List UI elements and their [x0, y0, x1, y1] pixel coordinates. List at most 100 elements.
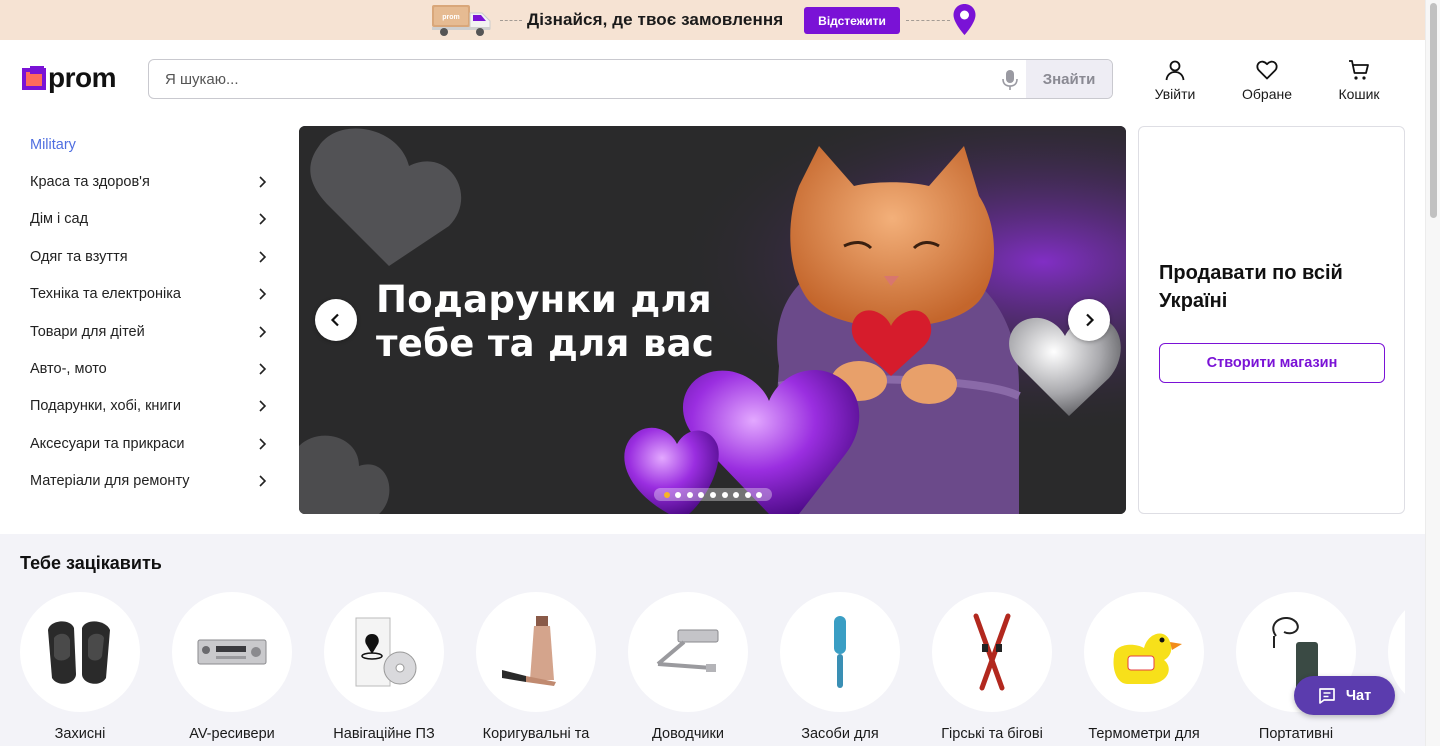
tracking-promo-text: Дізнайся, де твоє замовлення: [527, 10, 784, 29]
search-input[interactable]: [149, 60, 1009, 98]
login-label: Увійти: [1154, 86, 1196, 102]
recommendation-image: [172, 592, 292, 712]
category-label: Аксесуари та прикраси: [30, 435, 185, 452]
carousel-dot[interactable]: [733, 491, 740, 498]
recommendation-item[interactable]: Коригувальні та: [460, 592, 612, 742]
category-military[interactable]: Military: [20, 126, 275, 163]
carousel-prev-button[interactable]: [315, 299, 357, 341]
sell-panel: Продавати по всій Україні Створити магаз…: [1138, 126, 1405, 514]
recommendation-label: Засоби для: [801, 726, 879, 742]
carousel-dot[interactable]: [709, 491, 716, 498]
chevron-right-icon: [259, 400, 267, 412]
carousel-dot[interactable]: [675, 491, 682, 498]
recommendation-item[interactable]: AV-ресивери: [156, 592, 308, 742]
carousel-dot[interactable]: [663, 491, 670, 498]
door-closer-icon: [656, 629, 719, 672]
category-label: Краса та здоров'я: [30, 174, 150, 191]
category-kids[interactable]: Товари для дітей: [20, 313, 275, 350]
cart-button[interactable]: Кошик: [1319, 58, 1399, 102]
recommendation-image: [324, 592, 444, 712]
recommendation-item[interactable]: Термометри для: [1068, 592, 1220, 742]
category-label: Дім і сад: [30, 211, 89, 228]
carousel-dot[interactable]: [721, 491, 728, 498]
heart-icon: [1256, 60, 1278, 80]
category-sidebar: Military Краса та здоров'я Дім і сад Одя…: [20, 126, 275, 500]
scrollbar-thumb[interactable]: [1430, 3, 1437, 218]
hero-carousel[interactable]: Подарунки для тебе та для вас: [299, 126, 1126, 514]
recommendation-label: Портативні: [1258, 726, 1334, 742]
category-label: Матеріали для ремонту: [30, 473, 190, 490]
carousel-next-button[interactable]: [1068, 299, 1110, 341]
recommendation-image: [932, 592, 1052, 712]
search-button[interactable]: Знайти: [1026, 60, 1112, 98]
recommendation-item[interactable]: Портативні: [1220, 592, 1372, 742]
av-receiver-icon: [197, 639, 267, 665]
chat-button[interactable]: Чат: [1294, 676, 1395, 715]
location-pin-icon: [953, 4, 976, 35]
prom-logo-icon: [22, 66, 46, 90]
chevron-right-icon: [259, 251, 267, 263]
carousel-dot[interactable]: [744, 491, 751, 498]
category-repair-materials[interactable]: Матеріали для ремонту: [20, 463, 275, 500]
recommendation-image: [1084, 592, 1204, 712]
section-title: Тебе зацікавить: [20, 553, 162, 573]
search-bar: Знайти: [148, 59, 1113, 99]
prom-logo[interactable]: prom: [22, 62, 117, 93]
recommendation-label: Доводчики: [652, 726, 724, 742]
page-scrollbar[interactable]: [1425, 0, 1440, 746]
category-beauty-health[interactable]: Краса та здоров'я: [20, 163, 275, 200]
recommendation-item[interactable]: Захисні: [20, 592, 156, 742]
category-accessories[interactable]: Аксесуари та прикраси: [20, 425, 275, 462]
dashed-line: [906, 20, 950, 21]
hero-title-line1: Подарунки для: [376, 278, 712, 321]
category-label: Авто-, мото: [30, 361, 107, 378]
login-button[interactable]: Увійти: [1135, 58, 1215, 102]
create-store-button[interactable]: Створити магазин: [1159, 343, 1385, 383]
knee-pads-icon: [48, 621, 110, 684]
carousel-pagination: [654, 488, 772, 501]
chevron-right-icon: [259, 176, 267, 188]
ski-icon: [973, 613, 1011, 691]
category-auto-moto[interactable]: Авто-, мото: [20, 350, 275, 387]
favorites-button[interactable]: Обране: [1227, 58, 1307, 102]
recommendation-image: [476, 592, 596, 712]
chevron-right-icon: [259, 288, 267, 300]
category-circles-row: Захисні AV-ресивери Навігаційне ПЗ Кориг…: [20, 592, 1405, 746]
track-order-button[interactable]: Відстежити: [804, 7, 900, 34]
carousel-dot[interactable]: [686, 491, 693, 498]
hero-title: Подарунки для тебе та для вас: [376, 278, 714, 366]
favorites-label: Обране: [1242, 86, 1292, 102]
category-label: Military: [30, 136, 76, 153]
recommendation-label: Гірські та бігові: [941, 726, 1043, 742]
order-tracking-banner[interactable]: prom Дізнайся, де твоє замовлення Відсте…: [0, 0, 1425, 40]
chevron-right-icon: [259, 438, 267, 450]
recommendation-label: Захисні: [54, 726, 106, 742]
recommendation-label: Термометри для: [1088, 726, 1200, 742]
category-label: Товари для дітей: [30, 323, 145, 340]
recommendation-item[interactable]: Засоби для: [764, 592, 916, 742]
cart-label: Кошик: [1338, 86, 1380, 102]
microphone-icon[interactable]: [1001, 69, 1019, 91]
chevron-right-icon: [259, 326, 267, 338]
navigation-software-icon: [355, 617, 417, 687]
category-home-garden[interactable]: Дім і сад: [20, 201, 275, 238]
category-label: Одяг та взуття: [30, 248, 128, 265]
delivery-truck-icon: prom: [432, 5, 491, 36]
carousel-dot[interactable]: [698, 491, 705, 498]
recommendation-image: [780, 592, 900, 712]
lint-roller-icon: [834, 616, 846, 688]
recommendation-label: Коригувальні та: [482, 726, 590, 742]
category-clothing-shoes[interactable]: Одяг та взуття: [20, 238, 275, 275]
category-gifts-hobby[interactable]: Подарунки, хобі, книги: [20, 388, 275, 425]
carousel-dot[interactable]: [756, 491, 763, 498]
chat-icon: [1318, 687, 1335, 704]
recommendation-item[interactable]: Гірські та бігові: [916, 592, 1068, 742]
logo-text: prom: [48, 62, 117, 93]
recommendations-section: Тебе зацікавить Захисні AV-ресивери Наві…: [0, 534, 1425, 746]
recommendation-item[interactable]: Доводчики: [612, 592, 764, 742]
recommendation-item[interactable]: Навігаційне ПЗ: [308, 592, 460, 742]
category-electronics[interactable]: Техніка та електроніка: [20, 276, 275, 313]
recommendation-image: [20, 592, 140, 712]
dashed-line: [500, 20, 522, 21]
recommendation-label: AV-ресивери: [189, 726, 275, 742]
